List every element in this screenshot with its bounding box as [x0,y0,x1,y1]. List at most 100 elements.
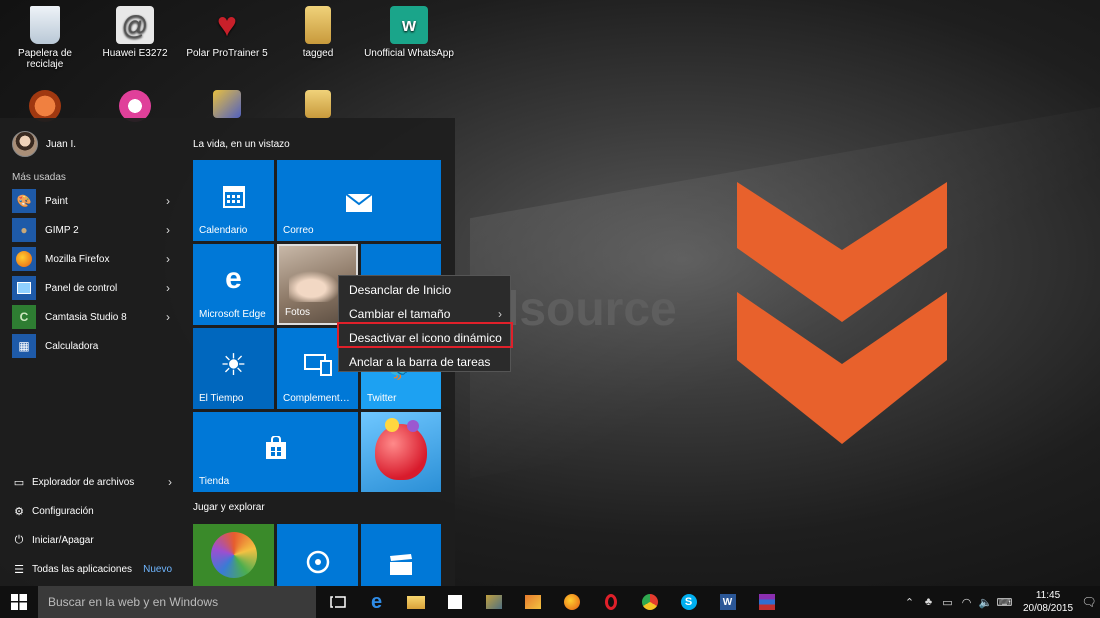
paint-icon: 🎨 [12,189,36,213]
windows-logo-icon [11,594,27,610]
desktop-icon-label: Polar ProTrainer 5 [186,48,268,59]
desktop-icon-polar[interactable]: ♥ Polar ProTrainer 5 [182,6,272,59]
desktop-icon-label: Papelera de reciclaje [18,48,72,70]
folder-icon [305,6,331,44]
app-label: Mozilla Firefox [45,253,110,265]
tile-label: El Tiempo [199,393,244,404]
word-icon[interactable]: W [708,586,747,618]
menu-item-unpin-start[interactable]: Desanclar de Inicio [339,278,510,302]
menu-item-pin-taskbar[interactable]: Anclar a la barra de tareas [339,350,510,374]
menu-item-resize[interactable]: Cambiar el tamaño › [339,302,510,326]
tile-label: Fotos [285,307,311,318]
chevron-right-icon: › [498,307,502,321]
tile-label: Calendario [199,225,248,236]
chrome-icon[interactable] [630,586,669,618]
menu-item-turn-off-live-tile[interactable]: Desactivar el icono dinámico [339,326,510,350]
game-avatar-image [211,532,257,578]
desktop-icon-whatsapp[interactable]: w Unofficial WhatsApp [364,6,454,59]
file-explorer-icon[interactable] [396,586,435,618]
tile-calendar[interactable]: Calendario [193,160,274,241]
skype-icon[interactable]: S [669,586,708,618]
control-panel-icon [12,276,36,300]
clock-time: 11:45 [1035,590,1061,601]
task-view-icon[interactable] [318,586,357,618]
sun-icon: ☀ [220,349,247,382]
opera-icon[interactable] [591,586,630,618]
store-icon[interactable] [435,586,474,618]
chevron-right-icon[interactable]: › [166,194,170,208]
app-item-gimp[interactable]: ● GIMP 2 › [12,218,170,242]
desktop-icon-label: tagged [302,48,334,59]
search-input[interactable]: Buscar en la web y en Windows [38,586,316,618]
chevron-right-icon[interactable]: › [168,475,172,489]
app-item-firefox[interactable]: Mozilla Firefox › [12,247,170,271]
tile-weather[interactable]: ☀ El Tiempo [193,328,274,409]
candy-icon [375,424,427,480]
menu-item-label: Desanclar de Inicio [349,283,452,297]
store-bag-icon [193,435,358,467]
desktop-icon-label: Huawei E3272 [102,48,168,59]
new-badge: Nuevo [143,563,172,575]
paint-app-icon[interactable] [513,586,552,618]
app-item-calculator[interactable]: ▦ Calculadora [12,334,170,358]
network-icon[interactable]: ◠ [957,596,976,609]
desktop-icon-huawei[interactable]: @ Huawei E3272 [90,6,180,59]
desktop-icon-recycle-bin[interactable]: Papelera de reciclaje [0,6,90,70]
app-item-control-panel[interactable]: Panel de control › [12,276,170,300]
all-apps-item[interactable]: ☰ Todas las aplicaciones Nuevo [12,559,172,579]
tile-mail[interactable]: Correo [277,160,441,241]
chevron-right-icon[interactable]: › [166,310,170,324]
notifications-icon[interactable]: 🗨 [1078,595,1100,609]
candy-accent [385,418,399,432]
power-item[interactable]: ⏻ Iniciar/Apagar [12,530,172,550]
desktop-icon-tagged[interactable]: tagged [273,6,363,59]
tile-store[interactable]: Tienda [193,412,358,492]
audio-tool-icon [213,90,241,118]
folder-icon [305,90,331,118]
start-button[interactable] [0,586,38,618]
chevron-right-icon[interactable]: › [166,252,170,266]
firefox-icon[interactable] [552,586,591,618]
photo-thumbnail [289,268,345,302]
avatar [12,131,38,157]
system-tray: ⌃ ♣ ▭ ◠ 🔈 ⌨ 11:45 20/08/2015 🗨 [900,586,1100,618]
chevron-right-icon[interactable]: › [166,281,170,295]
chevron-right-icon[interactable]: › [166,223,170,237]
winrar-icon[interactable] [747,586,786,618]
tile-candy-crush[interactable] [361,412,441,492]
heart-icon: ♥ [216,6,238,44]
file-explorer-item[interactable]: ▭ Explorador de archivos › [12,472,172,492]
tile-label: Complement… [283,393,350,404]
clapperboard-icon [361,552,441,583]
list-icon: ☰ [14,563,24,576]
tile-movies[interactable] [361,524,441,586]
tile-edge[interactable]: e Microsoft Edge [193,244,274,325]
user-account[interactable]: Juan I. [12,130,76,158]
app-item-camtasia[interactable]: C Camtasia Studio 8 › [12,305,170,329]
keyboard-icon[interactable]: ⌨ [995,596,1014,609]
photo-app-icon[interactable] [474,586,513,618]
most-used-label: Más usadas [12,172,66,183]
firefox-icon [12,247,36,271]
clock-date: 20/08/2015 [1022,603,1074,614]
menu-item-label: Desactivar el icono dinámico [349,331,502,345]
app-item-paint[interactable]: 🎨 Paint › [12,189,170,213]
tile-label: Twitter [367,393,397,404]
clock[interactable]: 11:45 20/08/2015 [1018,589,1078,615]
search-placeholder: Buscar en la web y en Windows [48,595,219,609]
chevron-up-icon[interactable]: ⌃ [900,596,919,609]
edge-icon[interactable]: e [357,586,396,618]
power-icon: ⏻ [14,533,24,546]
tile-label: Tienda [199,476,230,487]
desktop-icon-label: Unofficial WhatsApp [364,48,454,59]
battery-icon[interactable]: ▭ [938,596,957,609]
calendar-icon [193,184,274,215]
tile-group-label: La vida, en un vistazo [193,139,290,150]
tile-groove-music[interactable] [277,524,358,586]
volume-icon[interactable]: 🔈 [976,596,995,609]
settings-item[interactable]: ⚙ Configuración [12,501,172,521]
start-menu-left-pane: Juan I. Más usadas 🎨 Paint › ● GIMP 2 › … [0,118,180,586]
tile-game-avatar[interactable] [193,524,274,586]
gamepad-icon[interactable]: ♣ [919,596,938,608]
taskbar: Buscar en la web y en Windows e S W ⌃ ♣ … [0,586,1100,618]
